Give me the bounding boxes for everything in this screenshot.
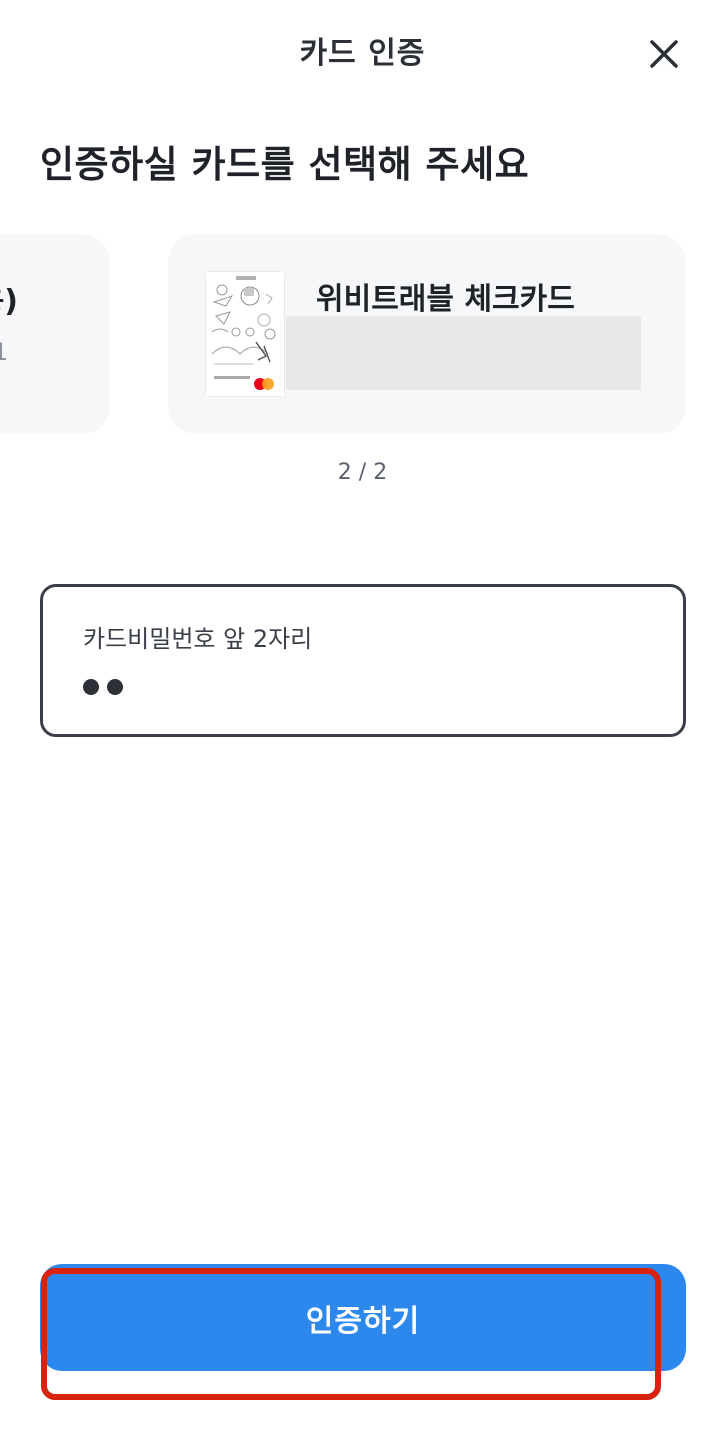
page-title: 인증하실 카드를 선택해 주세요 (40, 143, 530, 186)
submit-button[interactable]: 인증하기 (40, 1264, 686, 1371)
carousel-page-indicator: 2 / 2 (337, 460, 388, 485)
card-carousel[interactable]: 용) 1 (0, 234, 725, 434)
password-mask (83, 679, 123, 695)
password-dot (107, 679, 123, 695)
card-title-fragment: 용) (0, 284, 18, 319)
card-password-input[interactable]: 카드비밀번호 앞 2자리 (40, 584, 686, 737)
close-icon (650, 40, 678, 68)
card-auth-screen: 카드 인증 인증하실 카드를 선택해 주세요 용) 1 (0, 0, 725, 1440)
card-name: 위비트래블 체크카드 (316, 282, 575, 317)
close-button[interactable] (640, 30, 688, 78)
card-image (206, 272, 284, 396)
card-subtitle-fragment: 1 (0, 338, 8, 366)
card-item-current[interactable]: 위비트래블 체크카드 (168, 234, 686, 434)
card-password-label: 카드비밀번호 앞 2자리 (83, 625, 313, 653)
card-number-redacted (286, 316, 641, 390)
page-header-title: 카드 인증 (299, 36, 426, 71)
card-item-previous[interactable]: 용) 1 (0, 234, 110, 434)
card-illustration (206, 272, 284, 396)
password-dot (83, 679, 99, 695)
